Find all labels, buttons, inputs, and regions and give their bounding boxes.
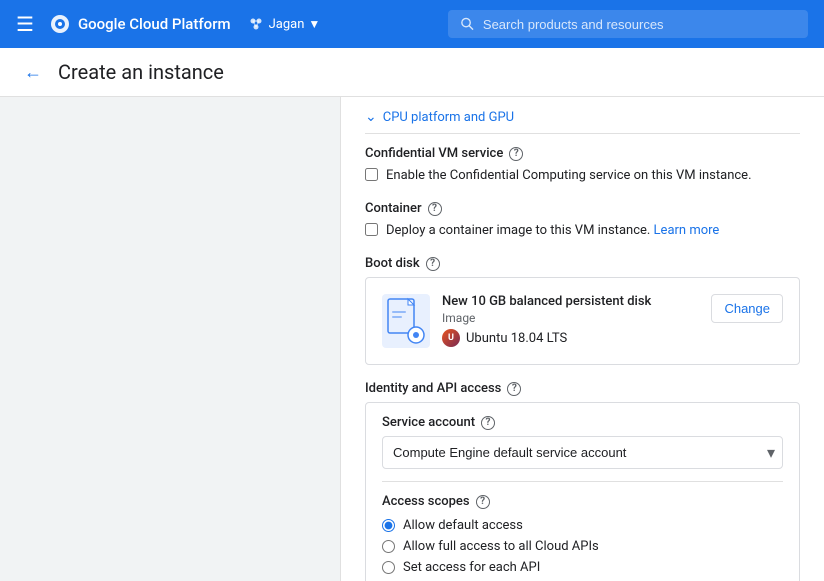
access-scope-full-label: Allow full access to all Cloud APIs (403, 539, 599, 554)
container-checkbox-row: Deploy a container image to this VM inst… (365, 222, 800, 240)
inner-divider (382, 481, 783, 482)
gcp-logo-icon (50, 14, 70, 34)
boot-disk-card: New 10 GB balanced persistent disk Image… (365, 277, 800, 365)
container-label: Container (365, 201, 422, 216)
radio-row-each: Set access for each API (382, 557, 783, 578)
page-header: ← Create an instance (0, 48, 824, 97)
main-layout: ⌄ CPU platform and GPU Confidential VM s… (0, 97, 824, 581)
confidential-vm-help-icon[interactable]: ? (509, 147, 523, 161)
access-scope-full-radio[interactable] (382, 540, 395, 553)
top-navigation: ☰ Google Cloud Platform Jagan ▼ (0, 0, 824, 48)
confidential-vm-group: Confidential VM service ? Enable the Con… (365, 146, 800, 185)
confidential-vm-label: Confidential VM service (365, 146, 503, 161)
boot-disk-help-icon[interactable]: ? (426, 257, 440, 271)
confidential-vm-label-row: Confidential VM service ? (365, 146, 800, 161)
app-logo: Google Cloud Platform (50, 14, 231, 34)
access-scope-each-label: Set access for each API (403, 560, 540, 575)
service-account-select-wrapper: Compute Engine default service account ▾ (382, 436, 783, 469)
boot-disk-label: Boot disk (365, 256, 420, 271)
identity-api-label-row: Identity and API access ? (365, 381, 800, 396)
disk-os-row: U Ubuntu 18.04 LTS (442, 329, 699, 347)
project-dropdown-icon: ▼ (308, 17, 320, 31)
project-icon (247, 15, 265, 33)
page-title: Create an instance (58, 60, 224, 84)
confidential-vm-checkbox-row: Enable the Confidential Computing servic… (365, 167, 800, 185)
boot-disk-label-row: Boot disk ? (365, 256, 800, 271)
search-input[interactable] (483, 17, 796, 32)
cpu-section-label: CPU platform and GPU (383, 110, 514, 125)
radio-row-default: Allow default access (382, 515, 783, 536)
identity-api-group: Identity and API access ? Service accoun… (365, 381, 800, 581)
search-icon (460, 16, 475, 32)
service-account-label-row: Service account ? (382, 415, 783, 430)
cpu-platform-section[interactable]: ⌄ CPU platform and GPU (365, 97, 800, 134)
back-button[interactable]: ← (24, 62, 42, 83)
identity-api-inner-box: Service account ? Compute Engine default… (365, 402, 800, 581)
access-scopes-label: Access scopes (382, 494, 470, 509)
access-scope-default-radio[interactable] (382, 519, 395, 532)
disk-os-name: Ubuntu 18.04 LTS (466, 331, 567, 346)
chevron-up-icon: ⌄ (365, 109, 377, 125)
container-checkbox-label: Deploy a container image to this VM inst… (386, 222, 719, 240)
confidential-vm-checkbox-label: Enable the Confidential Computing servic… (386, 167, 752, 185)
disk-file-icon (386, 297, 426, 345)
ubuntu-icon: U (442, 329, 460, 347)
content-area: ⌄ CPU platform and GPU Confidential VM s… (340, 97, 824, 581)
access-scope-each-radio[interactable] (382, 561, 395, 574)
boot-disk-change-button[interactable]: Change (711, 294, 783, 323)
disk-info: New 10 GB balanced persistent disk Image… (442, 294, 699, 347)
service-account-select[interactable]: Compute Engine default service account (382, 436, 783, 469)
menu-icon[interactable]: ☰ (16, 12, 34, 36)
container-label-row: Container ? (365, 201, 800, 216)
search-bar[interactable] (448, 10, 808, 38)
radio-row-full: Allow full access to all Cloud APIs (382, 536, 783, 557)
container-learn-more-link[interactable]: Learn more (654, 223, 720, 238)
sidebar (0, 97, 340, 581)
access-scopes-radio-group: Allow default access Allow full access t… (382, 515, 783, 578)
project-selector[interactable]: Jagan ▼ (247, 15, 321, 33)
project-name: Jagan (269, 17, 305, 32)
container-help-icon[interactable]: ? (428, 202, 442, 216)
service-account-label: Service account (382, 415, 475, 430)
disk-icon (382, 294, 430, 348)
access-scopes-help-icon[interactable]: ? (476, 495, 490, 509)
app-name: Google Cloud Platform (78, 15, 231, 33)
identity-api-help-icon[interactable]: ? (507, 382, 521, 396)
access-scope-default-label: Allow default access (403, 518, 523, 533)
service-account-help-icon[interactable]: ? (481, 416, 495, 430)
identity-api-label: Identity and API access (365, 381, 501, 396)
disk-image-label: Image (442, 311, 699, 325)
container-checkbox[interactable] (365, 223, 378, 236)
confidential-vm-checkbox[interactable] (365, 168, 378, 181)
disk-name: New 10 GB balanced persistent disk (442, 294, 699, 309)
access-scopes-label-row: Access scopes ? (382, 494, 783, 509)
container-group: Container ? Deploy a container image to … (365, 201, 800, 240)
boot-disk-group: Boot disk ? New 10 GB balanced persisten… (365, 256, 800, 365)
